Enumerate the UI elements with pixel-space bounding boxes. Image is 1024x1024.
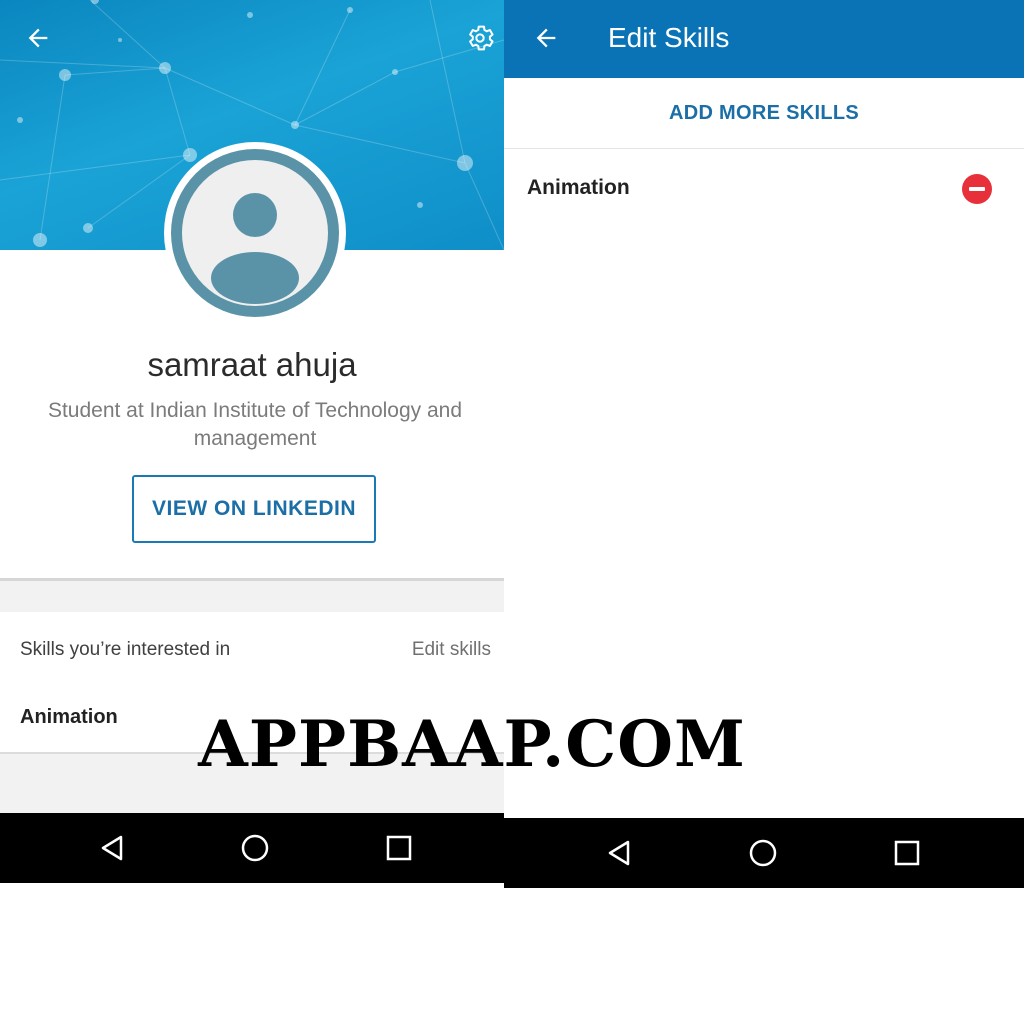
edit-skills-link[interactable]: Edit skills [412,639,491,661]
android-nav-bar-right [504,818,1024,888]
page-title: Edit Skills [608,22,730,53]
toolbar: Edit Skills [504,0,1024,78]
person-silhouette-icon [211,193,299,304]
android-nav-bar-left [0,813,504,883]
triangle-back-icon [608,840,630,866]
arrow-left-icon [28,28,48,48]
circle-home-icon [749,839,777,867]
add-more-skills-button[interactable]: ADD MORE SKILLS [504,78,1024,149]
back-button[interactable] [528,20,564,56]
watermark-text: APPBAAP.COM [198,707,746,782]
back-button[interactable] [20,20,56,56]
skills-heading: Skills you’re interested in [20,639,231,660]
square-recents-icon [386,835,412,861]
remove-skill-button[interactable] [962,174,992,204]
settings-button[interactable] [460,18,500,58]
square-recents-icon [894,840,920,866]
edit-skills-screen: Edit Skills ADD MORE SKILLS Animation [504,0,1024,818]
nav-back-button[interactable] [599,833,639,873]
view-on-linkedin-button[interactable]: VIEW ON LINKEDIN [132,475,376,543]
nav-home-button[interactable] [743,833,783,873]
triangle-back-icon [101,835,123,861]
gear-icon [469,25,494,51]
avatar-border [171,149,339,317]
arrow-left-icon [536,28,556,48]
nav-recents-button[interactable] [379,828,419,868]
avatar[interactable] [164,142,346,324]
nav-recents-button[interactable] [887,833,927,873]
profile-name: samraat ahuja [147,346,357,383]
avatar-placeholder [182,160,328,306]
skill-item: Animation [527,176,630,199]
circle-home-icon [241,834,269,862]
nav-back-button[interactable] [92,828,132,868]
section-divider [0,578,504,581]
nav-home-button[interactable] [235,828,275,868]
profile-headline: Student at Indian Institute of Technolog… [47,399,463,450]
minus-circle-icon [969,187,985,191]
